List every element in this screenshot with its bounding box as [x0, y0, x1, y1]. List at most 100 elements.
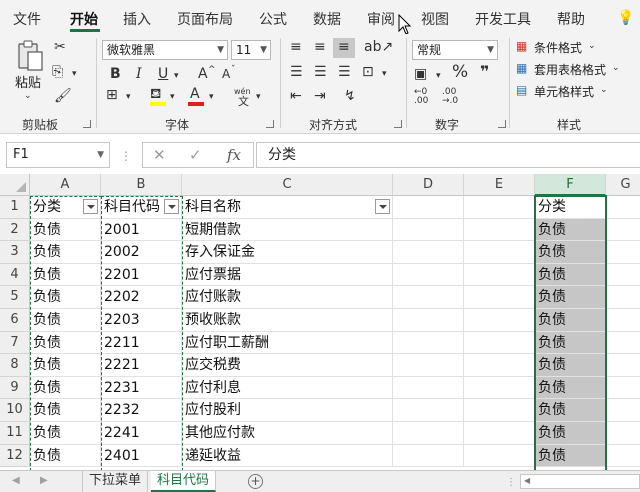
align-middle-icon[interactable]: ≡	[314, 39, 326, 55]
font-shrink-button[interactable]: A	[222, 66, 230, 82]
cell-styles-button[interactable]: 单元格样式	[534, 83, 594, 100]
align-bottom-icon[interactable]: ≡	[338, 39, 350, 55]
align-left-icon[interactable]: ☰	[290, 64, 303, 80]
name-box[interactable]: F1 ▼	[6, 142, 110, 168]
currency-icon[interactable]: ▣	[414, 66, 427, 82]
sheet-next-icon[interactable]: ▶	[40, 475, 48, 486]
row-header[interactable]: 6	[0, 309, 30, 332]
table-cell[interactable]	[606, 264, 640, 287]
chevron-down-icon[interactable]: ⌄	[612, 60, 620, 76]
table-cell[interactable]	[606, 241, 640, 264]
add-sheet-icon[interactable]: +	[248, 474, 263, 489]
table-cell[interactable]	[393, 422, 464, 445]
tab-file[interactable]: 文件	[13, 9, 41, 29]
currency-dropdown-icon[interactable]: ▾	[436, 68, 441, 84]
header-cell[interactable]	[393, 196, 464, 219]
table-cell[interactable]	[464, 422, 535, 445]
tab-page-layout[interactable]: 页面布局	[177, 9, 233, 29]
font-size-select[interactable]: 11 ▼	[231, 40, 271, 60]
copy-dropdown-icon[interactable]: ▾	[72, 66, 77, 82]
row-header[interactable]: 8	[0, 354, 30, 377]
number-format-select[interactable]: 常规 ▼	[412, 40, 498, 60]
chevron-down-icon[interactable]: ⌄	[588, 38, 596, 54]
italic-button[interactable]: I	[136, 66, 142, 82]
table-cell[interactable]	[606, 445, 640, 468]
column-header-e[interactable]: E	[464, 174, 535, 196]
table-cell[interactable]	[393, 331, 464, 355]
row-header[interactable]: 2	[0, 218, 30, 242]
table-cell[interactable]	[606, 309, 640, 332]
tab-review[interactable]: 审阅	[367, 9, 395, 29]
scroll-left-icon[interactable]: ◀	[524, 476, 530, 485]
header-cell[interactable]: 科目名称	[182, 196, 393, 219]
number-launcher-icon[interactable]	[498, 120, 506, 128]
copy-icon[interactable]: ⎘	[52, 64, 63, 80]
lightbulb-icon[interactable]: 💡	[617, 10, 634, 26]
enter-icon[interactable]: ✓	[189, 146, 202, 164]
table-cell[interactable]	[464, 263, 535, 287]
format-painter-icon[interactable]: 🖌	[54, 88, 72, 104]
table-cell[interactable]: 应付职工薪酬	[182, 331, 393, 355]
insert-function-icon[interactable]: fx	[227, 146, 241, 164]
header-cell[interactable]	[606, 196, 640, 219]
paste-icon[interactable]	[16, 40, 44, 72]
font-name-select[interactable]: 微软雅黑 ▼	[102, 40, 228, 60]
font-grow-button[interactable]: A	[198, 66, 208, 82]
row-header[interactable]: 4	[0, 263, 30, 287]
paste-dropdown-icon[interactable]: ⌄	[24, 88, 32, 104]
conditional-format-button[interactable]: 条件格式	[534, 39, 582, 56]
underline-button[interactable]: U	[158, 66, 168, 82]
font-color-dropdown-icon[interactable]: ▾	[209, 89, 214, 105]
table-cell[interactable]	[464, 444, 535, 468]
sheet-prev-icon[interactable]: ◀	[12, 475, 20, 486]
table-cell[interactable]	[464, 309, 535, 332]
font-launcher-icon[interactable]	[266, 120, 274, 128]
select-all-corner[interactable]	[0, 174, 30, 196]
decrease-indent-icon[interactable]: ⇤	[290, 88, 302, 104]
table-cell[interactable]	[393, 444, 464, 468]
horizontal-scrollbar[interactable]: ◀	[520, 474, 640, 489]
column-header-g[interactable]: G	[606, 174, 640, 196]
alignment-launcher-icon[interactable]	[394, 120, 402, 128]
tab-view[interactable]: 视图	[421, 9, 449, 29]
tab-insert[interactable]: 插入	[123, 9, 151, 29]
borders-dropdown-icon[interactable]: ▾	[126, 89, 131, 105]
row-header[interactable]: 12	[0, 444, 30, 468]
percent-button[interactable]: %	[452, 64, 468, 81]
filter-dropdown-icon[interactable]	[375, 199, 390, 214]
tab-data[interactable]: 数据	[313, 9, 341, 29]
fill-color-icon[interactable]: ⛾	[150, 86, 161, 102]
column-header-f[interactable]: F	[535, 174, 606, 196]
table-cell[interactable]: 应付股利	[182, 399, 393, 422]
cancel-icon[interactable]: ✕	[153, 146, 166, 164]
table-cell[interactable]	[464, 218, 535, 242]
table-cell[interactable]: 应交税费	[182, 354, 393, 377]
table-cell[interactable]	[606, 354, 640, 377]
merge-center-icon[interactable]: ⊡	[362, 64, 374, 80]
table-cell[interactable]	[393, 376, 464, 400]
row-header[interactable]: 1	[0, 196, 30, 219]
column-header-b[interactable]: B	[101, 174, 182, 196]
borders-icon[interactable]: ⊞	[106, 87, 118, 103]
align-top-icon[interactable]: ≡	[290, 39, 302, 55]
table-cell[interactable]	[606, 399, 640, 422]
table-cell[interactable]	[393, 286, 464, 309]
table-cell[interactable]	[464, 286, 535, 309]
underline-dropdown-icon[interactable]: ▾	[174, 68, 179, 84]
column-header-a[interactable]: A	[30, 174, 101, 196]
row-header[interactable]: 10	[0, 399, 30, 422]
column-header-c[interactable]: C	[182, 174, 393, 196]
sheet-tab-dropdown[interactable]: 下拉菜单	[82, 471, 149, 492]
header-cell[interactable]	[464, 196, 535, 219]
comma-style-button[interactable]: ❞	[480, 64, 489, 80]
orientation-icon[interactable]: ab↗	[364, 39, 393, 55]
table-cell[interactable]	[464, 331, 535, 355]
table-cell[interactable]: 存入保证金	[182, 241, 393, 264]
tab-home[interactable]: 开始	[70, 9, 98, 29]
table-cell[interactable]	[393, 354, 464, 377]
sheet-tab-account-code[interactable]: 科目代码	[151, 471, 217, 492]
table-cell[interactable]	[606, 377, 640, 400]
increase-decimal-icon[interactable]: ←0.00	[414, 88, 428, 106]
table-cell[interactable]	[393, 263, 464, 287]
merge-dropdown-icon[interactable]: ▾	[382, 66, 387, 82]
